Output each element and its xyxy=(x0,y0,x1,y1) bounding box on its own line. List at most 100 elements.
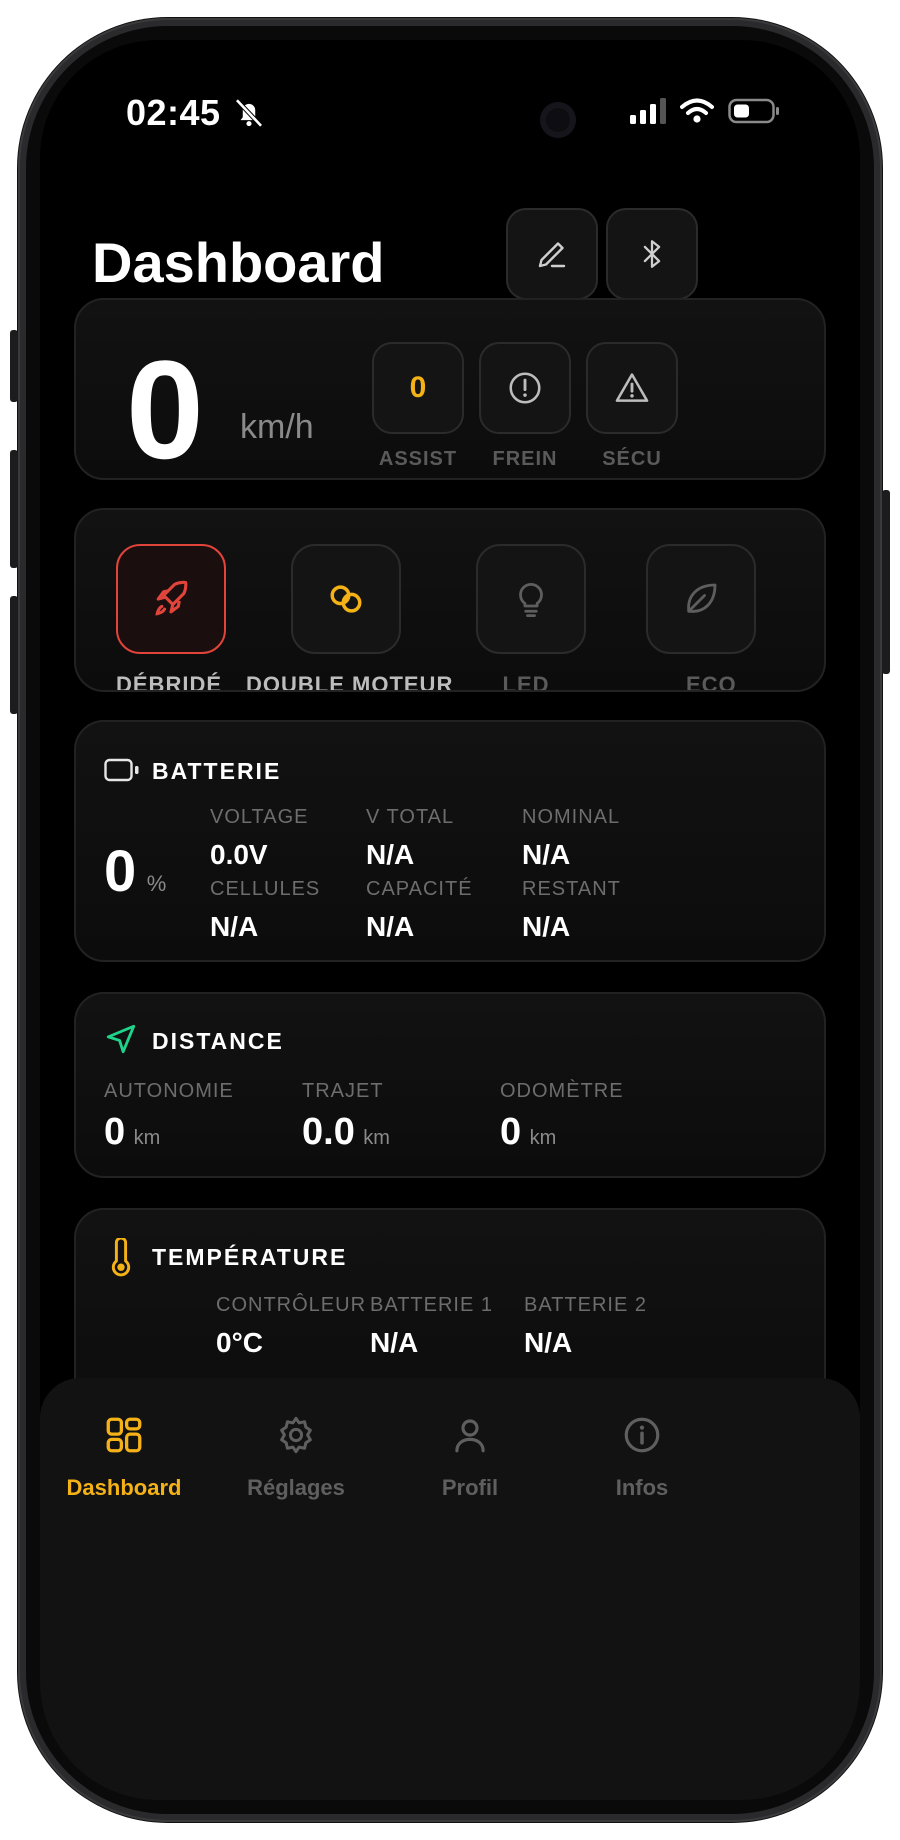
distance-odometer-value: 0 xyxy=(500,1111,522,1153)
mode-led[interactable]: LED xyxy=(476,544,586,692)
nav-info-label: Infos xyxy=(615,1475,669,1500)
bluetooth-icon xyxy=(643,240,661,268)
front-camera xyxy=(540,102,576,138)
temp-battery-1-value: N/A xyxy=(370,1327,419,1358)
mode-eco[interactable]: ECO xyxy=(622,544,822,692)
edit-button[interactable] xyxy=(506,208,598,300)
user-icon xyxy=(455,1419,485,1453)
nav-settings[interactable]: Réglages xyxy=(216,1414,376,1501)
distance-trip-value: 0.0 xyxy=(302,1111,355,1153)
temp-battery-1: BATTERIE 1 N/A xyxy=(370,1294,493,1359)
nav-dashboard-label: Dashboard xyxy=(66,1475,182,1500)
distance-range-unit: km xyxy=(133,1127,161,1149)
warning-triangle-icon xyxy=(615,373,649,402)
battery-cells-label: CELLULES xyxy=(210,878,321,900)
battery-cells-value: N/A xyxy=(210,911,259,942)
nav-profile[interactable]: Profil xyxy=(390,1414,550,1501)
battery-total-voltage-label: V TOTAL xyxy=(366,806,455,828)
gear-icon xyxy=(280,1416,312,1454)
battery-percent: 0 % xyxy=(104,838,166,905)
distance-trip-label: TRAJET xyxy=(302,1080,384,1102)
bottom-nav: Dashboard Réglages Profil Infos xyxy=(40,1378,860,1800)
battery-remaining: RESTANT N/A xyxy=(522,878,621,943)
pencil-icon xyxy=(538,242,566,268)
battery-percent-value: 0 xyxy=(104,839,137,904)
battery-nominal-label: NOMINAL xyxy=(522,806,621,828)
distance-odometer-unit: km xyxy=(529,1127,557,1149)
distance-card: DISTANCE AUTONOMIE 0 km TRAJET 0.0 km OD… xyxy=(74,992,826,1178)
temp-battery-2: BATTERIE 2 N/A xyxy=(524,1294,647,1359)
alert-circle-icon xyxy=(509,372,541,404)
battery-total-voltage: V TOTAL N/A xyxy=(366,806,454,871)
page-title: Dashboard xyxy=(92,231,385,294)
battery-capacity: CAPACITÉ N/A xyxy=(366,878,473,943)
temp-controller: CONTRÔLEUR 0°C xyxy=(216,1294,366,1359)
battery-remaining-label: RESTANT xyxy=(522,878,621,900)
speed-unit: km/h xyxy=(240,408,314,446)
dual-circles-icon xyxy=(330,585,362,613)
temperature-title: TEMPÉRATURE xyxy=(152,1244,348,1270)
assist-stat[interactable]: 0 ASSIST xyxy=(368,342,468,471)
temp-controller-value: 0°C xyxy=(216,1327,263,1358)
brake-label: FREIN xyxy=(492,448,558,470)
mode-unlocked-label: DÉBRIDÉ xyxy=(116,672,223,692)
side-button-volume-up xyxy=(10,450,18,568)
bluetooth-button[interactable] xyxy=(606,208,698,300)
status-indicators xyxy=(630,98,780,124)
battery-nominal-value: N/A xyxy=(522,839,571,870)
lightbulb-icon xyxy=(519,582,543,618)
battery-cells: CELLULES N/A xyxy=(210,878,320,943)
nav-info[interactable]: Infos xyxy=(562,1414,722,1501)
side-button-action xyxy=(10,330,18,402)
distance-odometer: ODOMÈTRE 0 km xyxy=(500,1080,624,1154)
mode-led-button[interactable] xyxy=(476,544,586,654)
battery-capacity-value: N/A xyxy=(366,911,415,942)
battery-icon xyxy=(104,758,139,782)
thermometer-icon xyxy=(111,1238,131,1277)
mode-dual-motor[interactable]: DOUBLE MOTEUR xyxy=(246,544,454,692)
safety-label: SÉCU xyxy=(602,448,662,470)
distance-title: DISTANCE xyxy=(152,1028,284,1054)
info-icon xyxy=(624,1417,660,1453)
safety-badge[interactable] xyxy=(586,342,678,434)
distance-range-label: AUTONOMIE xyxy=(104,1080,234,1102)
temp-controller-label: CONTRÔLEUR xyxy=(216,1294,367,1316)
navigation-arrow-icon xyxy=(106,1024,136,1054)
nav-dashboard[interactable]: Dashboard xyxy=(44,1414,204,1501)
assist-label: ASSIST xyxy=(378,448,458,470)
battery-capacity-label: CAPACITÉ xyxy=(366,878,473,900)
battery-title: BATTERIE xyxy=(152,758,282,784)
dynamic-island xyxy=(340,84,570,156)
modes-card: DÉBRIDÉ DOUBLE MOTEUR LED ECO xyxy=(74,508,826,692)
mode-unlocked-button[interactable] xyxy=(116,544,226,654)
side-button-volume-down xyxy=(10,596,18,714)
battery-voltage-value: 0.0V xyxy=(210,839,268,870)
battery-voltage-label: VOLTAGE xyxy=(210,806,309,828)
mode-led-label: LED xyxy=(502,672,550,692)
mode-eco-button[interactable] xyxy=(646,544,756,654)
temp-battery-2-value: N/A xyxy=(524,1327,573,1358)
battery-nominal: NOMINAL N/A xyxy=(522,806,620,871)
temp-battery-1-label: BATTERIE 1 xyxy=(370,1294,493,1316)
battery-remaining-value: N/A xyxy=(522,911,571,942)
speed-value: 0 xyxy=(126,331,204,488)
assist-value: 0 xyxy=(409,371,427,404)
status-time: 02:45 xyxy=(126,92,221,133)
mode-eco-label: ECO xyxy=(686,672,737,692)
signal-icon xyxy=(630,98,666,124)
safety-stat[interactable]: SÉCU xyxy=(582,342,682,471)
distance-trip-unit: km xyxy=(363,1127,390,1149)
grid-icon xyxy=(106,1417,142,1453)
mode-unlocked[interactable]: DÉBRIDÉ xyxy=(116,544,226,692)
brake-stat[interactable]: FREIN xyxy=(475,342,575,471)
assist-badge[interactable]: 0 xyxy=(372,342,464,434)
mode-dual-motor-button[interactable] xyxy=(291,544,401,654)
distance-trip: TRAJET 0.0 km xyxy=(302,1080,390,1154)
brake-badge[interactable] xyxy=(479,342,571,434)
mode-dual-motor-label: DOUBLE MOTEUR xyxy=(246,672,454,692)
distance-range: AUTONOMIE 0 km xyxy=(104,1080,234,1154)
battery-percent-unit: % xyxy=(146,871,167,896)
screen: 02:45 Dashboard 0 km/h 0 ASSIST FREIN SÉ… xyxy=(40,40,860,1800)
speed-card: 0 km/h 0 ASSIST FREIN SÉCU xyxy=(74,298,826,480)
battery-card: BATTERIE 0 % VOLTAGE 0.0V V TOTAL N/A NO… xyxy=(74,720,826,962)
